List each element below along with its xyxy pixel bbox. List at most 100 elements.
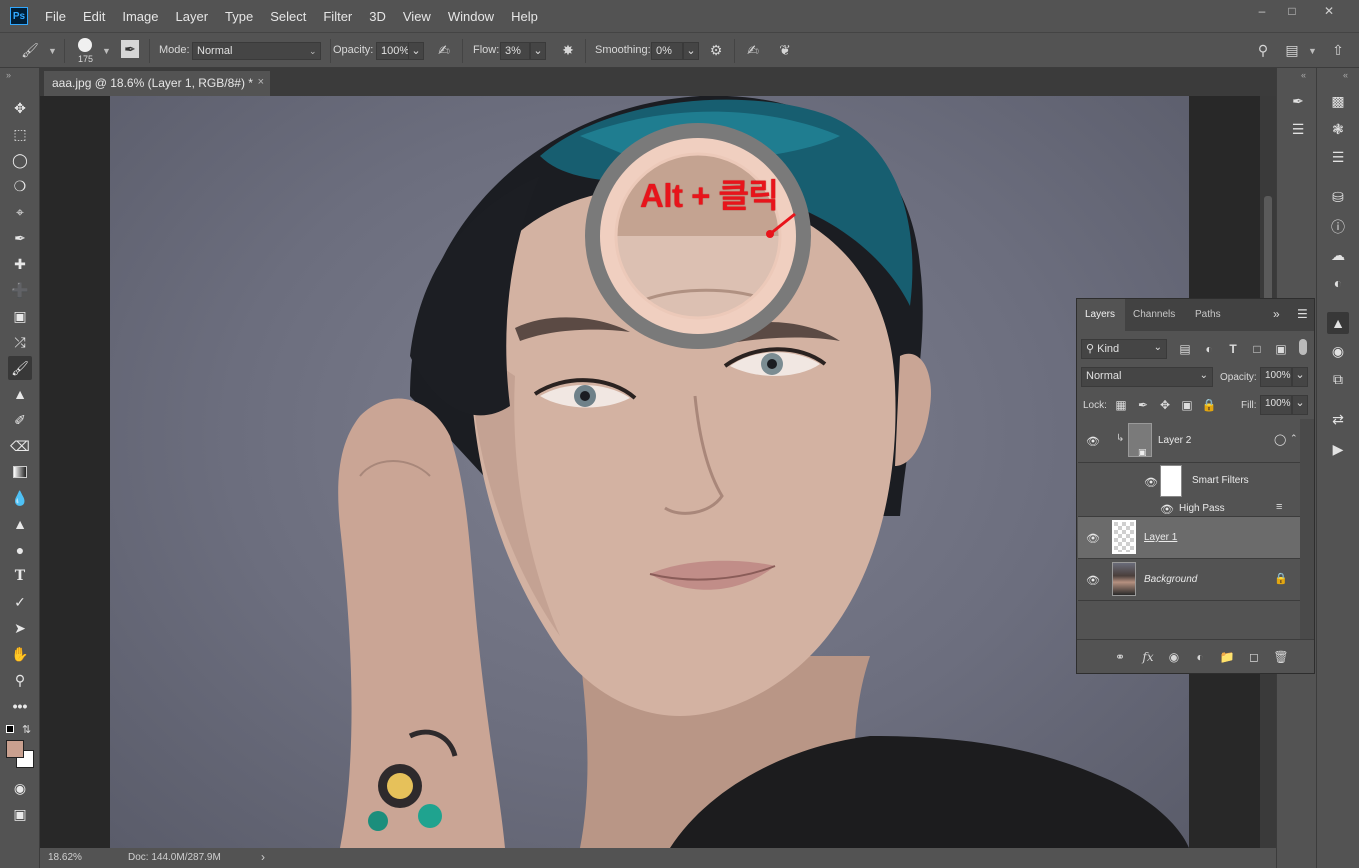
minimize-icon[interactable]: – xyxy=(1251,4,1273,18)
layer-row-layer1[interactable]: 👁 Layer 1 xyxy=(1078,517,1300,559)
foreground-color-swatch[interactable] xyxy=(6,740,24,758)
close-window-icon[interactable]: ✕ xyxy=(1318,4,1340,18)
channels-icon[interactable]: ◉ xyxy=(1327,340,1349,362)
hand-tool-icon[interactable]: ✋ xyxy=(8,642,32,666)
adjustments-panel-icon[interactable]: ☰ xyxy=(1287,118,1309,140)
healing-brush-tool-icon[interactable]: ➕ xyxy=(8,278,32,302)
layer-row-layer2[interactable]: 👁 ↳ ▣ Layer 2 ◯ ⌃ xyxy=(1078,419,1300,463)
mode-select[interactable]: Normal xyxy=(192,42,321,60)
new-group-icon[interactable]: 📁 xyxy=(1218,648,1236,666)
chevron-down-icon[interactable]: ▼ xyxy=(102,46,111,56)
creative-cloud-icon[interactable]: ☁ xyxy=(1327,244,1349,266)
airbrush-icon[interactable]: ✸ xyxy=(558,40,578,60)
new-layer-icon[interactable]: ◻ xyxy=(1245,648,1263,666)
pressure-size-icon[interactable]: ✍ xyxy=(743,40,763,60)
blend-mode-select[interactable]: Normal ⌄ xyxy=(1081,367,1213,387)
close-tab-icon[interactable]: × xyxy=(258,76,264,88)
visibility-eye-icon[interactable]: 👁 xyxy=(1086,573,1100,587)
layer-row-background[interactable]: 👁 Background 🔒 xyxy=(1078,559,1300,601)
tab-layers[interactable]: Layers xyxy=(1077,299,1125,331)
filter-smart-object-icon[interactable]: ▣ xyxy=(1273,341,1289,357)
portrait-photo[interactable]: Alt + 클릭 xyxy=(110,96,1189,848)
workspace-icon[interactable]: ▤ xyxy=(1282,40,1302,60)
navigator-icon[interactable]: ❃ xyxy=(1327,118,1349,140)
lock-position-icon[interactable]: ✥ xyxy=(1157,397,1173,413)
move-tool-icon[interactable]: ✥ xyxy=(8,96,32,120)
layer-effects-icon[interactable]: ◯ xyxy=(1274,433,1286,446)
trash-icon[interactable]: 🗑 xyxy=(1272,648,1290,666)
layer-name[interactable]: Smart Filters xyxy=(1192,475,1249,486)
opacity-dropdown-icon[interactable]: ⌄ xyxy=(1292,367,1308,387)
collapse-dock-icon[interactable]: « xyxy=(1301,70,1306,80)
smoothing-dropdown-icon[interactable]: ⌄ xyxy=(683,42,699,60)
menu-3d[interactable]: 3D xyxy=(369,9,386,24)
menu-image[interactable]: Image xyxy=(122,9,158,24)
menu-file[interactable]: File xyxy=(45,9,66,24)
pressure-opacity-icon[interactable]: ✍ xyxy=(434,40,454,60)
layer-row-smart-filters[interactable]: 👁 Smart Filters xyxy=(1078,463,1300,501)
properties-icon[interactable]: ☰ xyxy=(1327,146,1349,168)
menu-select[interactable]: Select xyxy=(270,9,306,24)
collapse-dock-icon[interactable]: « xyxy=(1343,70,1348,80)
symmetry-butterfly-icon[interactable]: ❦ xyxy=(775,40,795,60)
zoom-level[interactable]: 18.62% xyxy=(48,852,82,863)
crop-tool-icon[interactable]: ⌖ xyxy=(8,200,32,224)
share-icon[interactable]: ⇧ xyxy=(1328,40,1348,60)
add-mask-icon[interactable]: ◉ xyxy=(1165,648,1183,666)
search-icon[interactable]: ⚲ xyxy=(1253,40,1273,60)
zoom-tool-icon[interactable]: ⚲ xyxy=(8,668,32,692)
lock-icon[interactable]: 🔒 xyxy=(1274,572,1288,585)
filter-shape-icon[interactable]: □ xyxy=(1249,341,1265,357)
lock-transparent-icon[interactable]: ▦ xyxy=(1113,397,1129,413)
fill-input[interactable]: 100% xyxy=(1260,395,1292,415)
gear-icon[interactable]: ⚙ xyxy=(706,40,726,60)
content-aware-move-tool-icon[interactable]: ⤮ xyxy=(8,330,32,354)
quick-selection-tool-icon[interactable]: ❍ xyxy=(8,174,32,198)
pen-path-tool-icon[interactable]: ✓ xyxy=(8,590,32,614)
marquee-tool-icon[interactable]: ⬚ xyxy=(8,122,32,146)
opacity-dropdown-icon[interactable]: ⌄ xyxy=(408,42,424,60)
flow-dropdown-icon[interactable]: ⌄ xyxy=(530,42,546,60)
filter-toggle[interactable] xyxy=(1299,339,1307,355)
visibility-eye-icon[interactable]: 👁 xyxy=(1086,434,1100,448)
eyedropper-tool-icon[interactable]: ✒ xyxy=(8,226,32,250)
collapse-arrow-icon[interactable]: ⌃ xyxy=(1290,433,1298,444)
layer-name[interactable]: Layer 1 xyxy=(1144,532,1177,543)
smoothing-input[interactable]: 0% xyxy=(651,42,683,60)
menu-window[interactable]: Window xyxy=(448,9,494,24)
fx-icon[interactable]: fx xyxy=(1139,648,1157,666)
link-layers-icon[interactable]: ⚭ xyxy=(1111,648,1129,666)
lock-image-icon[interactable]: ✒ xyxy=(1135,397,1151,413)
dodge-tool-icon[interactable]: ▲ xyxy=(8,512,32,536)
layer-name[interactable]: Background xyxy=(1144,574,1197,585)
chevron-down-icon[interactable]: ▼ xyxy=(1308,46,1317,56)
info-icon[interactable]: ⓘ xyxy=(1327,216,1349,238)
blur-tool-icon[interactable]: 💧 xyxy=(8,486,32,510)
clone-stamp-tool-icon[interactable]: ▲ xyxy=(8,382,32,406)
brush-tip-icon[interactable] xyxy=(78,38,92,52)
restore-icon[interactable]: □ xyxy=(1281,4,1303,18)
collapse-panel-icon[interactable]: » xyxy=(6,70,11,80)
menu-layer[interactable]: Layer xyxy=(176,9,209,24)
tab-paths[interactable]: Paths xyxy=(1187,299,1231,331)
type-tool-icon[interactable]: T xyxy=(8,564,32,588)
layers-scrollbar[interactable] xyxy=(1300,419,1314,639)
visibility-eye-icon[interactable]: 👁 xyxy=(1144,475,1158,489)
menu-edit[interactable]: Edit xyxy=(83,9,105,24)
lasso-tool-icon[interactable]: ◯ xyxy=(8,148,32,172)
brush-settings-panel-icon[interactable]: ✒ xyxy=(1287,90,1309,112)
layer-name[interactable]: High Pass xyxy=(1179,503,1225,514)
color-icon[interactable]: ◐ xyxy=(1327,272,1349,294)
opacity-input[interactable]: 100% xyxy=(376,42,410,60)
paths-icon[interactable]: ⧉ xyxy=(1327,368,1349,390)
tab-channels[interactable]: Channels xyxy=(1125,299,1187,331)
path-selection-tool-icon[interactable]: ➤ xyxy=(8,616,32,640)
document-tab[interactable]: aaa.jpg @ 18.6% (Layer 1, RGB/8#) * × xyxy=(44,71,270,96)
brush-tool-icon[interactable]: 🖌 xyxy=(8,356,32,380)
flow-input[interactable]: 3% xyxy=(500,42,530,60)
panel-menu-icon[interactable]: ☰ xyxy=(1297,307,1308,321)
history-brush-tool-icon[interactable]: ✐ xyxy=(8,408,32,432)
patch-tool-icon[interactable]: ▣ xyxy=(8,304,32,328)
histogram-icon[interactable]: ▩ xyxy=(1327,90,1349,112)
filter-adjustment-icon[interactable]: ◐ xyxy=(1201,341,1217,357)
